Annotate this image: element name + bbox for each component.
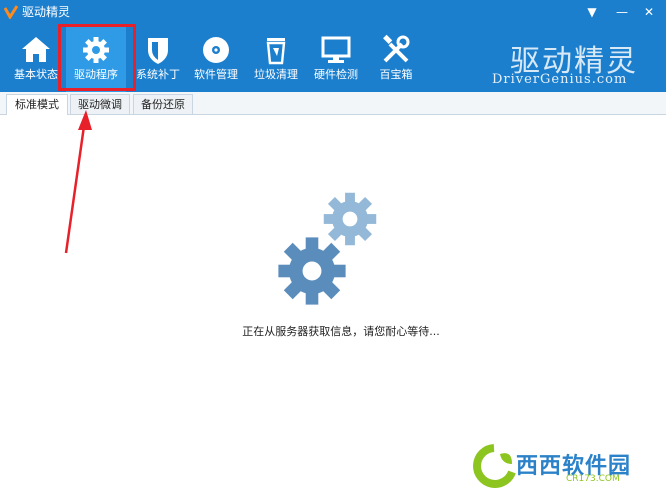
tab-backup-restore[interactable]: 备份还原 — [133, 94, 193, 114]
shield-icon — [148, 38, 168, 64]
recycle-bin-icon — [266, 38, 286, 65]
loading-gears-icon — [278, 192, 377, 305]
tools-icon — [383, 34, 410, 63]
app-logo-icon — [4, 5, 18, 19]
minimize-button[interactable]: — — [611, 3, 633, 21]
title-bar: 驱动精灵 ▼ — ✕ — [0, 0, 666, 24]
annotation-highlight-box — [58, 24, 136, 91]
menu-dropdown-button[interactable]: ▼ — [581, 3, 603, 21]
tab-driver-tweaks[interactable]: 驱动微调 — [70, 94, 130, 114]
monitor-icon — [321, 36, 351, 63]
watermark-subtext: CR173.COM — [566, 474, 620, 484]
toolbar-item-junk-cleanup[interactable]: 垃圾清理 — [246, 24, 306, 92]
toolbar-item-basic-status[interactable]: 基本状态 — [6, 24, 66, 92]
toolbar-item-label: 基本状态 — [14, 68, 58, 81]
brand-subtitle: DriverGenius.com — [492, 72, 628, 87]
brand-logo: 驱动精灵 DriverGenius.com — [490, 34, 640, 90]
main-content: 正在从服务器获取信息，请您耐心等待... — [0, 115, 666, 493]
toolbar-item-label: 垃圾清理 — [254, 68, 298, 81]
close-button[interactable]: ✕ — [638, 3, 660, 21]
tab-standard-mode[interactable]: 标准模式 — [6, 94, 68, 115]
status-message: 正在从服务器获取信息，请您耐心等待... — [242, 325, 440, 338]
toolbar-item-hardware-check[interactable]: 硬件检测 — [306, 24, 366, 92]
toolbar-item-software-manager[interactable]: 软件管理 — [186, 24, 246, 92]
toolbar-item-label: 硬件检测 — [314, 68, 358, 81]
home-icon — [22, 37, 50, 62]
toolbar-item-label: 百宝箱 — [379, 68, 413, 81]
tab-bar: 标准模式 驱动微调 备份还原 — [0, 92, 666, 115]
toolbar-item-toolbox[interactable]: 百宝箱 — [366, 24, 426, 92]
toolbar-item-system-patches[interactable]: 系统补丁 — [128, 24, 188, 92]
watermark-leaf-icon — [473, 444, 516, 488]
watermark-logo: 西西软件园 CR173.COM — [470, 440, 666, 493]
toolbar-item-label: 系统补丁 — [136, 68, 180, 81]
loading-status-text: 正在从服务器获取信息，请您耐心等待... — [0, 323, 666, 339]
window-title: 驱动精灵 — [22, 5, 71, 19]
disc-icon — [203, 37, 229, 63]
toolbar-item-label: 软件管理 — [194, 68, 238, 81]
